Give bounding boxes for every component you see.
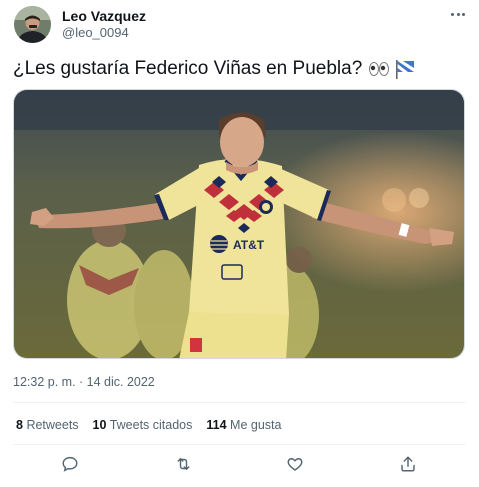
tweet-stats: 8 Retweets 10 Tweets citados 114 Me gust… [16, 418, 281, 432]
likes-stat[interactable]: 114 Me gusta [206, 418, 281, 432]
quotes-stat[interactable]: 10 Tweets citados [93, 418, 193, 432]
tweet-text: ¿Les gustaría Federico Viñas en Puebla? [13, 57, 416, 81]
divider [13, 444, 466, 445]
author-name[interactable]: Leo Vazquez [62, 8, 146, 24]
tweet-actions [13, 452, 466, 476]
puebla-flag-emoji [394, 58, 416, 80]
retweets-count: 8 [16, 418, 23, 432]
author-handle[interactable]: @leo_0094 [62, 25, 129, 40]
likes-count: 114 [206, 418, 227, 432]
quotes-count: 10 [92, 418, 107, 432]
retweets-label: Retweets [26, 418, 79, 432]
quotes-label: Tweets citados [109, 418, 193, 432]
eyes-emoji [368, 60, 390, 78]
reply-icon[interactable] [58, 452, 82, 476]
tweet-media-image[interactable]: AT&T [13, 89, 465, 359]
more-icon[interactable] [446, 5, 470, 23]
share-icon[interactable] [396, 452, 420, 476]
tweet-text-body: ¿Les gustaría Federico Viñas en Puebla? [13, 58, 363, 79]
retweet-icon[interactable] [171, 452, 195, 476]
avatar[interactable] [14, 6, 51, 43]
heart-icon[interactable] [283, 452, 307, 476]
retweets-stat[interactable]: 8 Retweets [16, 418, 79, 432]
tweet: Leo Vazquez @leo_0094 ¿Les gustaría Fede… [0, 0, 479, 487]
likes-label: Me gusta [230, 418, 282, 432]
tweet-timestamp[interactable]: 12:32 p. m. · 14 dic. 2022 [13, 375, 155, 389]
divider [13, 402, 466, 403]
jersey-sponsor-text: AT&T [233, 238, 265, 252]
